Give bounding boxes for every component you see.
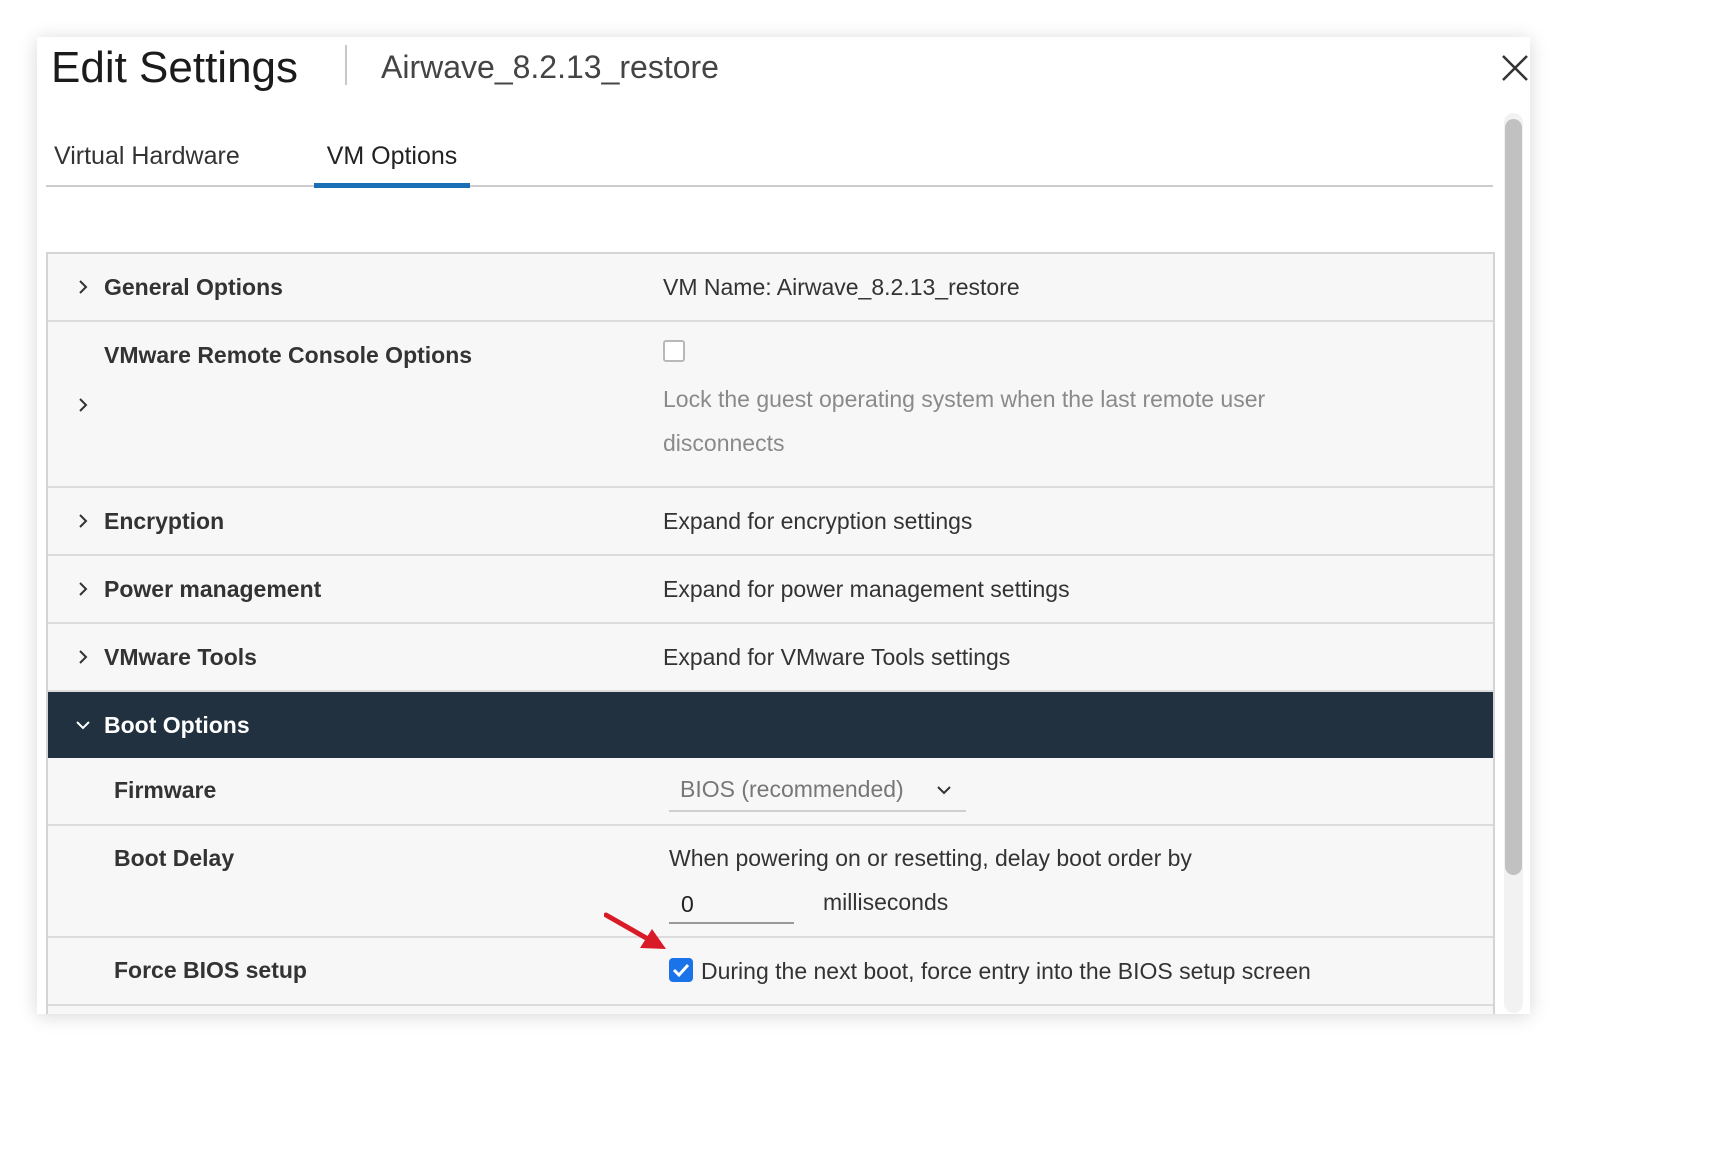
chevron-right-icon [79, 514, 88, 528]
boot-delay-unit: milliseconds [823, 889, 949, 915]
vmware-tools-value: Expand for VMware Tools settings [663, 644, 1011, 670]
vertical-scrollbar[interactable] [1504, 113, 1523, 1013]
tab-virtual-hardware[interactable]: Virtual Hardware [54, 139, 266, 183]
chevron-right-icon [79, 398, 88, 412]
power-management-label: Power management [104, 576, 322, 602]
chevron-down-icon [76, 721, 90, 730]
vmware-tools-label: VMware Tools [104, 644, 257, 670]
boot-options-label: Boot Options [104, 712, 250, 738]
section-encryption[interactable]: Encryption Expand for encryption setting… [48, 488, 1493, 556]
close-icon[interactable] [1499, 52, 1530, 84]
encryption-label: Encryption [104, 508, 225, 534]
firmware-select[interactable]: BIOS (recommended) [669, 774, 966, 812]
scrollbar-thumb[interactable] [1505, 119, 1522, 875]
boot-delay-label: Boot Delay [114, 845, 235, 871]
section-general-options[interactable]: General Options VM Name: Airwave_8.2.13_… [48, 254, 1493, 322]
section-remote-console-options[interactable]: VMware Remote Console Options Lock the g… [48, 322, 1493, 488]
boot-delay-row: Boot Delay When powering on or resetting… [48, 826, 1493, 938]
chevron-right-icon [79, 650, 88, 664]
vm-name-subtitle: Airwave_8.2.13_restore [381, 49, 719, 85]
chevron-right-icon [79, 582, 88, 596]
vm-name-value: VM Name: Airwave_8.2.13_restore [663, 274, 1020, 300]
section-boot-options[interactable]: Boot Options [48, 692, 1493, 758]
chevron-down-icon [937, 786, 951, 795]
lock-guest-os-checkbox[interactable] [663, 340, 685, 362]
encryption-value: Expand for encryption settings [663, 508, 973, 534]
vm-options-panel: General Options VM Name: Airwave_8.2.13_… [46, 252, 1495, 1014]
firmware-label: Firmware [114, 777, 217, 803]
general-options-label: General Options [104, 274, 283, 300]
title-divider [345, 45, 347, 85]
firmware-selected-value: BIOS (recommended) [680, 776, 904, 802]
force-bios-checkbox[interactable] [669, 958, 693, 982]
section-vmware-tools[interactable]: VMware Tools Expand for VMware Tools set… [48, 624, 1493, 692]
power-management-value: Expand for power management settings [663, 576, 1070, 602]
boot-delay-input[interactable] [669, 886, 794, 924]
annotation-arrow-icon [604, 912, 666, 949]
tab-bar: Virtual Hardware VM Options [46, 127, 1493, 188]
firmware-row: Firmware BIOS (recommended) [48, 758, 1493, 826]
force-bios-row: Force BIOS setup During the next boot, f… [48, 938, 1493, 1006]
boot-delay-description: When powering on or resetting, delay boo… [669, 845, 1192, 871]
dialog-title: Edit Settings [51, 43, 299, 92]
edit-settings-dialog: Edit Settings Airwave_8.2.13_restore Vir… [37, 37, 1530, 1014]
lock-guest-os-text: Lock the guest operating system when the… [663, 386, 1266, 412]
remote-console-label: VMware Remote Console Options [104, 342, 473, 368]
chevron-right-icon [79, 280, 88, 294]
tab-vm-options[interactable]: VM Options [314, 139, 470, 188]
section-power-management[interactable]: Power management Expand for power manage… [48, 556, 1493, 624]
checkmark-icon [672, 963, 690, 978]
force-bios-description: During the next boot, force entry into t… [701, 958, 1311, 984]
force-bios-label: Force BIOS setup [114, 957, 307, 983]
lock-guest-os-text-continued: disconnects [663, 430, 785, 456]
